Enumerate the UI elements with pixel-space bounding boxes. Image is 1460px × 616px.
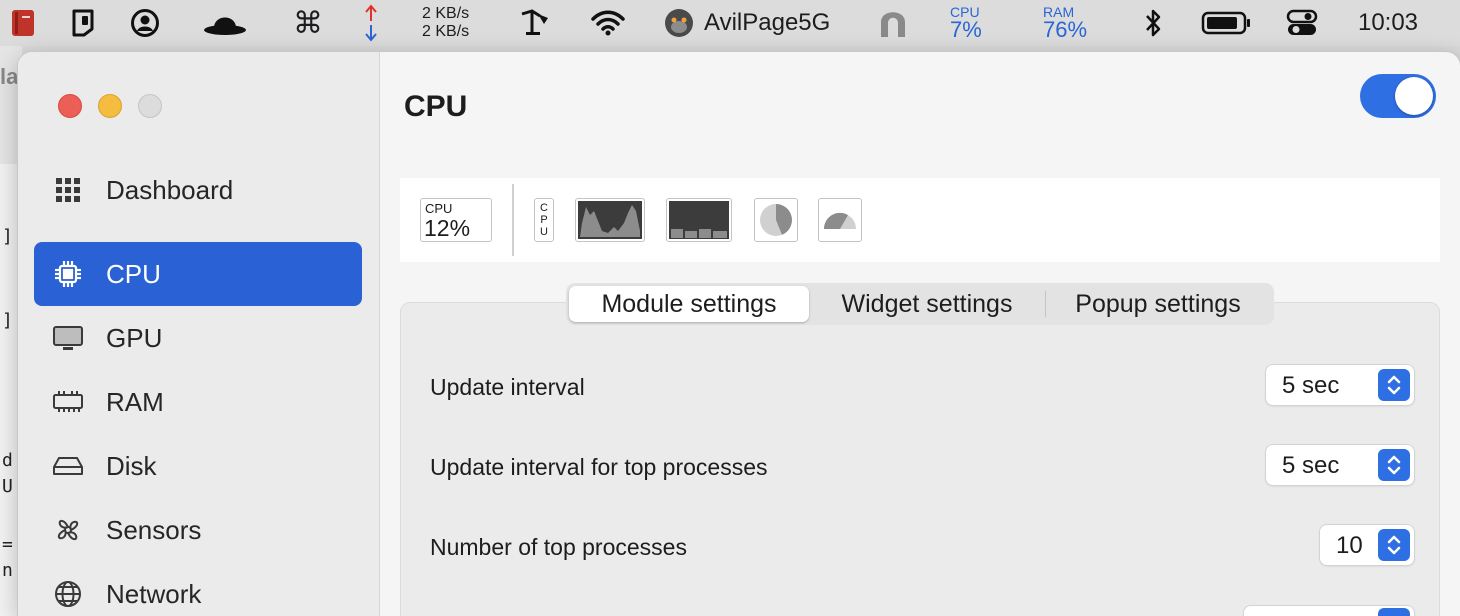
- background-text: ]: [2, 226, 13, 247]
- command-icon[interactable]: ⌘: [291, 0, 325, 46]
- sidebar-item-label: CPU: [106, 258, 161, 289]
- sidebar-item-label: Dashboard: [106, 174, 234, 205]
- magnet-icon[interactable]: [874, 0, 912, 46]
- sidebar-item-label: Disk: [106, 450, 157, 481]
- pie-chart-widget[interactable]: [754, 198, 798, 242]
- desk-lamp-icon[interactable]: [516, 0, 554, 46]
- chevron-up-down-icon: [1378, 529, 1410, 561]
- top-processes-count-label: Number of top processes: [430, 534, 687, 560]
- widget-divider: [512, 184, 514, 256]
- select-value: 5 sec: [1282, 452, 1340, 479]
- network-speed[interactable]: 2 KB/s 2 KB/s: [422, 0, 492, 46]
- background-text: d: [2, 450, 13, 471]
- nfc-card-icon[interactable]: [66, 0, 100, 46]
- sidebar-item-sensors[interactable]: Sensors: [34, 498, 362, 562]
- widget-picker: CPU 12% C P U: [400, 178, 1440, 262]
- memory-icon: [52, 386, 84, 418]
- control-center-icon[interactable]: [1284, 0, 1320, 46]
- line-chart-icon: [578, 201, 642, 239]
- sidebar-item-dashboard[interactable]: Dashboard: [34, 158, 362, 222]
- chevron-up-down-icon: [1378, 608, 1410, 616]
- partially-visible-select[interactable]: [1244, 606, 1414, 616]
- minimize-window-button[interactable]: [98, 94, 122, 118]
- background-text: la: [0, 64, 19, 89]
- speedometer-widget[interactable]: [818, 198, 862, 242]
- battery-icon[interactable]: [1200, 0, 1254, 46]
- pie-chart-icon: [760, 204, 792, 236]
- bowler-hat-icon[interactable]: [200, 0, 250, 46]
- sidebar-item-label: Sensors: [106, 514, 202, 545]
- upload-speed: 2 KB/s: [422, 5, 470, 22]
- background-text: U: [2, 476, 13, 497]
- grid-icon: [52, 174, 84, 206]
- tab-module-settings[interactable]: Module settings: [569, 286, 809, 322]
- menubar-cpu-stat[interactable]: CPU 7%: [950, 0, 990, 46]
- text-widget-letter: U: [540, 226, 548, 238]
- top-processes-count-select[interactable]: 10: [1320, 525, 1414, 565]
- speedometer-icon: [823, 212, 856, 229]
- background-text: n: [2, 560, 13, 581]
- text-widget[interactable]: C P U: [534, 198, 554, 242]
- zoom-window-button[interactable]: [138, 94, 162, 118]
- sidebar: Dashboard CPU GPU RAM Disk Sensors Netwo…: [18, 52, 380, 616]
- page-title: CPU: [404, 90, 468, 123]
- update-interval-select[interactable]: 5 sec: [1266, 365, 1414, 405]
- module-enabled-toggle[interactable]: [1360, 74, 1436, 118]
- tab-widget-settings[interactable]: Widget settings: [809, 286, 1045, 322]
- bluetooth-icon[interactable]: [1140, 0, 1166, 46]
- gorilla-avatar-icon: [662, 0, 696, 46]
- chevron-up-down-icon: [1378, 449, 1410, 481]
- sidebar-item-disk[interactable]: Disk: [34, 434, 362, 498]
- line-chart-widget[interactable]: [575, 198, 645, 242]
- book-app-icon[interactable]: [6, 0, 40, 46]
- select-value: 10: [1336, 532, 1363, 559]
- update-interval-label: Update interval: [430, 374, 585, 400]
- mini-widget-label: CPU: [425, 201, 453, 216]
- chevron-up-down-icon: [1378, 369, 1410, 401]
- wifi-network-name[interactable]: AvilPage5G: [704, 0, 836, 46]
- sidebar-item-label: GPU: [106, 322, 163, 353]
- globe-icon: [52, 578, 84, 610]
- download-speed: 2 KB/s: [422, 23, 470, 40]
- bar-chart-widget[interactable]: [666, 198, 732, 242]
- tab-popup-settings[interactable]: Popup settings: [1046, 286, 1270, 322]
- mini-widget[interactable]: CPU 12%: [420, 198, 492, 242]
- sidebar-item-label: RAM: [106, 386, 164, 417]
- menubar-ram-stat[interactable]: RAM 76%: [1043, 0, 1097, 46]
- toggle-knob: [1395, 77, 1433, 115]
- stats-settings-window: Dashboard CPU GPU RAM Disk Sensors Netwo…: [18, 52, 1460, 616]
- cpu-chip-icon: [52, 258, 84, 290]
- background-text: ]: [2, 310, 13, 331]
- sidebar-item-cpu[interactable]: CPU: [34, 242, 362, 306]
- top-processes-interval-label: Update interval for top processes: [430, 454, 768, 480]
- wifi-icon[interactable]: [588, 0, 628, 46]
- sidebar-item-network[interactable]: Network: [34, 562, 362, 616]
- sidebar-item-gpu[interactable]: GPU: [34, 306, 362, 370]
- bar-chart-icon: [669, 201, 729, 239]
- text-widget-letter: P: [540, 214, 548, 226]
- close-window-button[interactable]: [58, 94, 82, 118]
- text-widget-letter: C: [540, 202, 548, 214]
- menu-bar: ⌘ 2 KB/s 2 KB/s AvilPage5G CPU 7% RAM 76…: [0, 0, 1460, 46]
- network-arrows-icon: [358, 0, 384, 46]
- monitor-icon: [52, 322, 84, 354]
- select-value: 5 sec: [1282, 372, 1340, 399]
- module-content: CPU CPU 12% C P U Module settings Widget…: [380, 52, 1460, 616]
- settings-tabs: Module settings Widget settings Popup se…: [566, 283, 1274, 325]
- sidebar-item-ram[interactable]: RAM: [34, 370, 362, 434]
- clock[interactable]: 10:03: [1350, 0, 1426, 46]
- sidebar-item-label: Network: [106, 578, 202, 609]
- fan-icon: [52, 514, 84, 546]
- background-text: =: [2, 534, 13, 555]
- top-processes-interval-select[interactable]: 5 sec: [1266, 445, 1414, 485]
- user-circle-icon[interactable]: [128, 0, 162, 46]
- mini-widget-value: 12%: [424, 215, 471, 241]
- disk-icon: [52, 450, 84, 482]
